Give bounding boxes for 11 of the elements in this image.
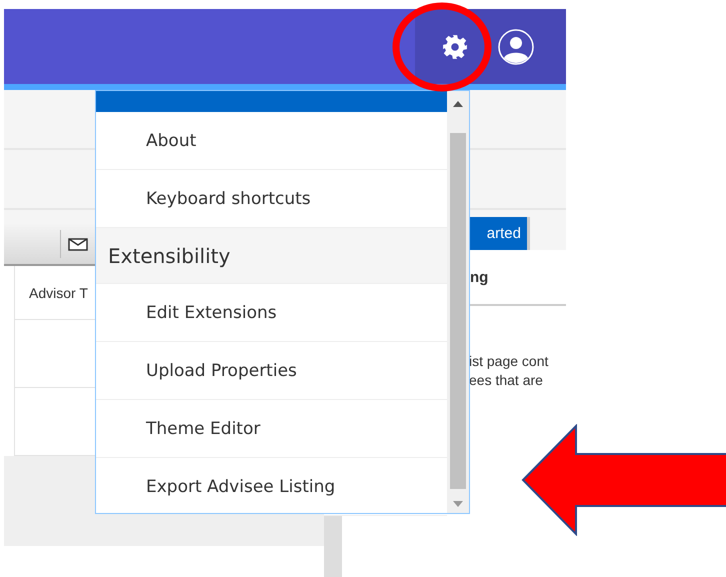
menu-section-header: Extensibility (96, 228, 447, 284)
scrollbar[interactable] (447, 91, 469, 513)
panel-text: ist page cont (469, 352, 550, 371)
panel-heading: ng (470, 268, 488, 286)
panel-text: ees that are (469, 371, 544, 390)
user-avatar-icon[interactable] (498, 28, 534, 64)
divider-bar (324, 515, 342, 577)
settings-icon[interactable] (442, 34, 468, 60)
scroll-up-icon[interactable] (453, 101, 463, 107)
envelope-icon[interactable] (68, 238, 88, 250)
column-header: Advisor T (29, 284, 88, 300)
